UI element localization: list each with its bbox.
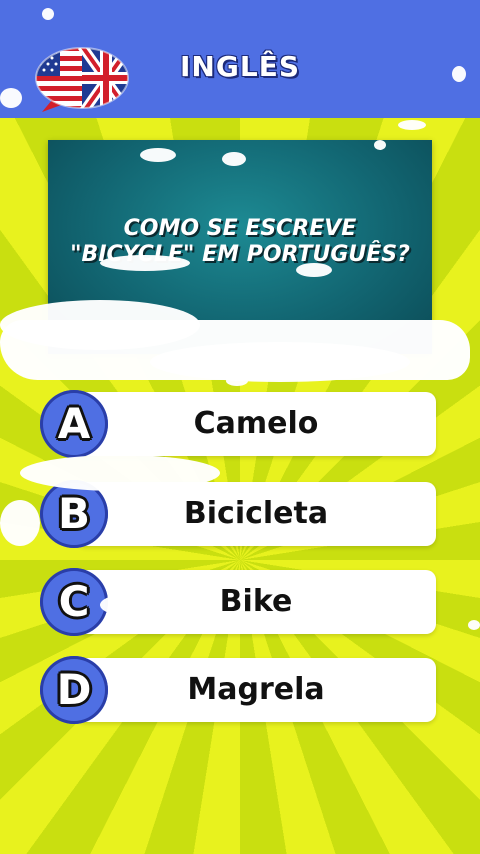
- snow-blob: [0, 88, 22, 108]
- snow-blob: [468, 620, 480, 630]
- snow-blob: [100, 255, 190, 271]
- answer-option-d[interactable]: Magrela D: [40, 656, 436, 724]
- answer-text: Magrela: [187, 672, 325, 707]
- snow-blob: [222, 152, 246, 166]
- letter-badge: C: [40, 568, 108, 636]
- snow-blob: [452, 66, 466, 82]
- answer-text: Camelo: [193, 406, 319, 441]
- snow-blob: [0, 300, 200, 350]
- snow-blob: [226, 376, 248, 386]
- snow-blob: [0, 500, 40, 546]
- page-title: INGLÊS: [180, 50, 300, 83]
- question-line-1: COMO SE ESCREVE: [123, 216, 357, 241]
- answer-letter: C: [58, 577, 90, 626]
- letter-badge: A: [40, 390, 108, 458]
- snow-blob: [374, 140, 386, 150]
- snow-blob: [132, 700, 160, 712]
- snow-blob: [280, 580, 300, 592]
- snow-blob: [140, 148, 176, 162]
- snow-blob: [42, 8, 54, 20]
- answer-option-c[interactable]: Bike C: [40, 568, 436, 636]
- answer-letter: D: [56, 665, 92, 714]
- snow-blob: [398, 120, 426, 130]
- answer-option-a[interactable]: Camelo A: [40, 390, 436, 458]
- answer-letter: A: [57, 399, 91, 448]
- header-bar: INGLÊS: [0, 0, 480, 118]
- snow-blob: [150, 342, 410, 382]
- snow-blob: [296, 263, 332, 277]
- snow-blob: [100, 593, 170, 617]
- letter-badge: D: [40, 656, 108, 724]
- snow-blob: [20, 455, 220, 491]
